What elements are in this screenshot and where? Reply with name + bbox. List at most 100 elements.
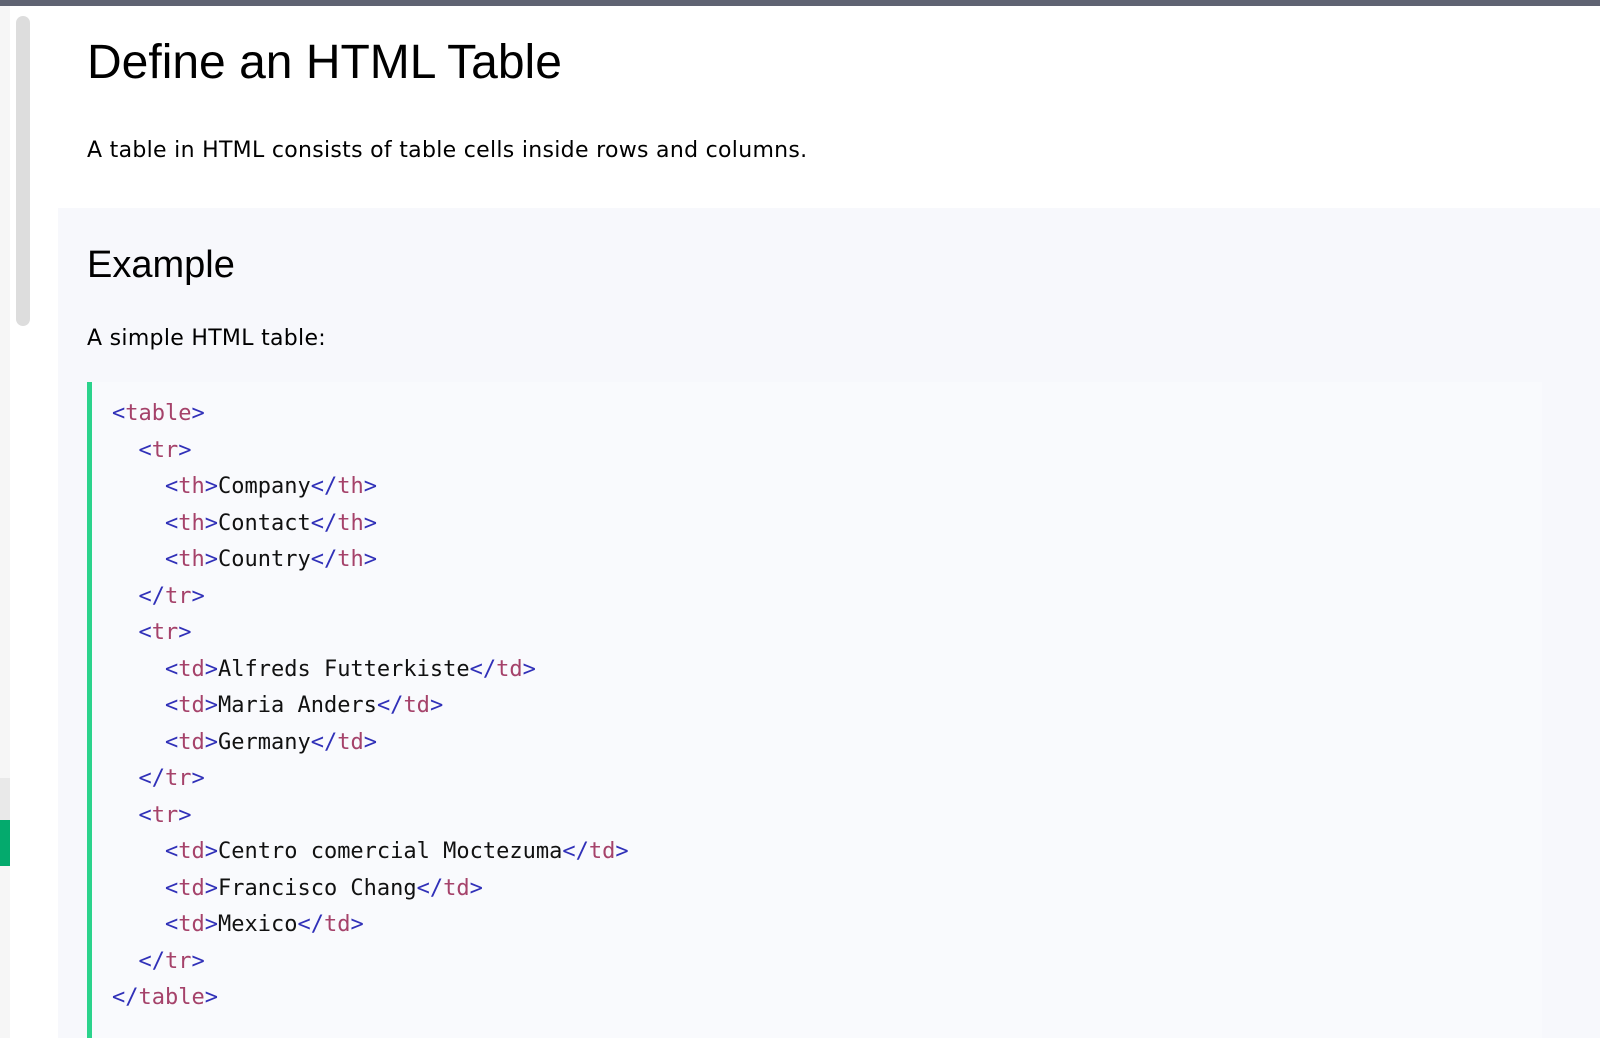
sidebar-active-item-marker[interactable] (0, 820, 10, 866)
code-text: Country (217, 547, 311, 572)
code-bracket: < (164, 839, 179, 864)
code-line: <tr> (112, 433, 629, 470)
code-bracket: > (429, 693, 444, 718)
code-open-tag: td (178, 656, 205, 682)
code-close-tag: td (496, 656, 523, 682)
code-text: Centro comercial Moctezuma (217, 839, 563, 864)
sidebar-item-edge[interactable] (0, 778, 10, 820)
code-line: <table> (112, 396, 629, 433)
code-line: </tr> (112, 944, 629, 981)
code-close-tag: tr (165, 766, 192, 791)
page-title: Define an HTML Table (87, 36, 562, 89)
code-text: Company (217, 474, 311, 499)
code-bracket: </ (138, 583, 166, 609)
code-line: <td>Germany</td> (112, 725, 629, 762)
code-open-tag: tr (151, 802, 179, 828)
code-close-tag: th (337, 547, 364, 572)
code-close-tag: td (323, 912, 351, 937)
code-line: <td>Mexico</td> (112, 907, 629, 944)
code-bracket: > (178, 802, 192, 828)
code-text: Francisco Chang (217, 875, 417, 901)
code-bracket: > (204, 510, 218, 536)
code-bracket: > (204, 985, 218, 1010)
example-description: A simple HTML table: (87, 326, 326, 351)
code-bracket: > (204, 656, 218, 682)
code-line: <tr> (112, 615, 629, 652)
code-bracket: > (191, 948, 205, 974)
code-bracket: > (615, 839, 629, 864)
code-bracket: </ (310, 510, 338, 536)
code-bracket: > (363, 510, 377, 536)
code-bracket: </ (310, 474, 338, 499)
code-line: <td>Centro comercial Moctezuma</td> (112, 834, 629, 871)
code-bracket: < (112, 401, 126, 426)
code-open-tag: td (178, 839, 205, 864)
code-close-tag: table (138, 985, 205, 1010)
example-heading: Example (87, 244, 235, 286)
code-open-tag: tr (151, 437, 179, 463)
left-sidebar-edge (0, 6, 10, 1038)
code-bracket: > (204, 912, 218, 937)
code-bracket: </ (562, 839, 589, 864)
code-listing: <table> <tr> <th>Company</th> <th>Contac… (112, 396, 629, 1017)
code-open-tag: td (178, 912, 205, 937)
code-bracket: > (191, 583, 205, 609)
code-text: Germany (217, 729, 311, 755)
code-bracket: </ (138, 948, 166, 974)
code-bracket: > (191, 401, 205, 426)
code-close-tag: td (403, 693, 430, 718)
code-close-tag: td (588, 839, 616, 864)
code-line: </table> (112, 980, 629, 1017)
code-bracket: </ (297, 912, 324, 937)
code-bracket: > (178, 437, 192, 463)
code-line: <td>Maria Anders</td> (112, 688, 629, 725)
code-bracket: > (363, 474, 377, 499)
code-bracket: </ (416, 875, 444, 901)
code-open-tag: tr (151, 620, 179, 645)
code-close-tag: td (337, 729, 364, 755)
code-line: <th>Contact</th> (112, 506, 629, 543)
code-bracket: < (164, 474, 179, 499)
code-bracket: < (164, 729, 179, 755)
code-line: </tr> (112, 761, 629, 798)
code-bracket: > (363, 547, 377, 572)
code-bracket: </ (112, 985, 139, 1010)
sidebar-scrollbar-thumb[interactable] (16, 16, 30, 326)
code-open-tag: table (125, 401, 192, 426)
code-text: Mexico (217, 912, 298, 937)
browser-top-bar (0, 0, 1600, 6)
code-close-tag: th (337, 510, 364, 536)
code-text: Alfreds Futterkiste (217, 656, 470, 682)
code-bracket: > (204, 474, 218, 499)
code-bracket: > (522, 656, 536, 682)
code-bracket: < (164, 656, 179, 682)
code-bracket: > (191, 766, 205, 791)
code-bracket: </ (310, 547, 338, 572)
code-bracket: </ (376, 693, 404, 718)
intro-paragraph: A table in HTML consists of table cells … (87, 138, 808, 163)
code-bracket: < (164, 547, 179, 572)
code-text: Contact (217, 510, 311, 536)
code-bracket: > (350, 912, 364, 937)
code-open-tag: td (178, 875, 205, 901)
code-bracket: < (138, 802, 152, 828)
code-bracket: < (164, 875, 179, 901)
code-open-tag: th (178, 547, 205, 572)
code-bracket: > (204, 875, 218, 901)
code-bracket: < (164, 510, 179, 536)
code-line: <th>Country</th> (112, 542, 629, 579)
code-text: Maria Anders (217, 693, 377, 718)
code-bracket: > (204, 729, 218, 755)
code-bracket: < (164, 693, 179, 718)
